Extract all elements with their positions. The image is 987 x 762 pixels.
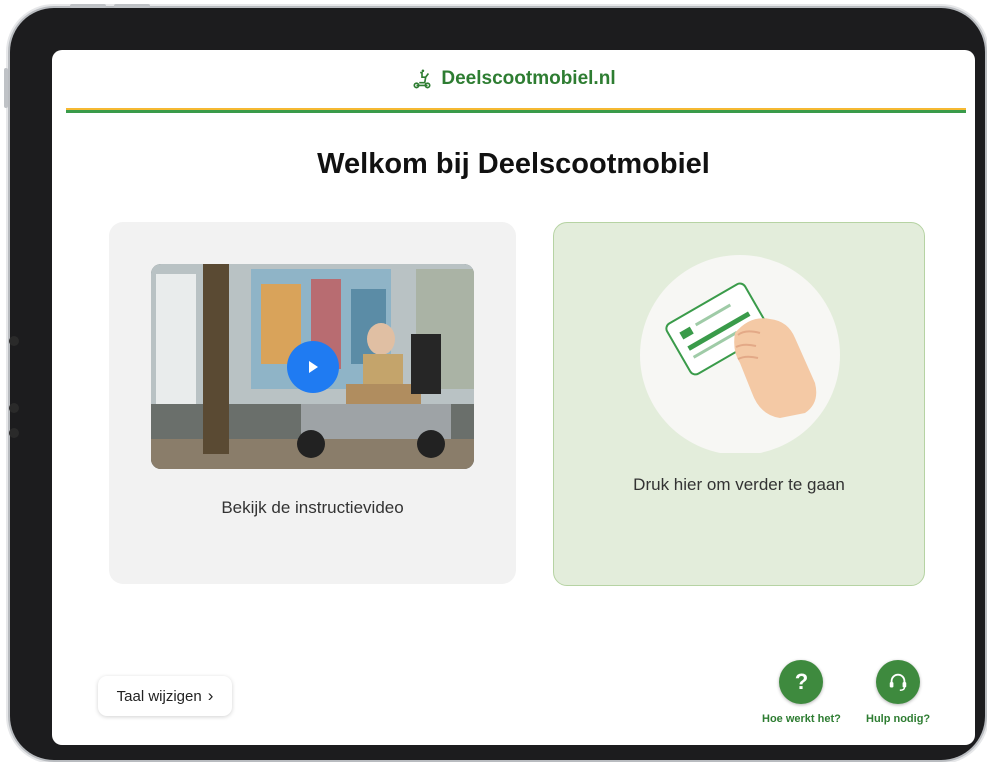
- question-icon[interactable]: ?: [779, 660, 824, 704]
- sensor-dot: [9, 336, 19, 346]
- header-divider: [66, 108, 966, 113]
- screen: Deelscootmobiel.nl Welkom bij Deelscootm…: [52, 50, 975, 745]
- continue-card[interactable]: Druk hier om verder te gaan: [553, 222, 925, 586]
- tablet-side-button: [4, 68, 8, 108]
- instruction-video-card[interactable]: Bekijk de instructievideo: [109, 222, 516, 584]
- video-thumbnail[interactable]: [151, 264, 474, 469]
- tablet-frame: Deelscootmobiel.nl Welkom bij Deelscootm…: [4, 4, 985, 760]
- need-help-label: Hulp nodig?: [866, 713, 931, 725]
- change-language-label: Taal wijzigen: [116, 687, 202, 705]
- sensor-dot: [9, 428, 19, 438]
- sensor-dot: [9, 403, 19, 413]
- scooter-icon: [413, 69, 431, 89]
- play-button[interactable]: [287, 341, 339, 393]
- headset-glyph: [889, 673, 907, 691]
- brand-name: Deelscootmobiel.nl: [441, 68, 616, 89]
- how-it-works-button[interactable]: ? Hoe werkt het?: [762, 660, 841, 725]
- card-in-hand-illustration: [640, 255, 840, 453]
- headset-icon[interactable]: [876, 660, 921, 704]
- tablet-top-button-2: [114, 4, 150, 8]
- play-icon: [309, 361, 318, 373]
- chevron-right-icon: ›: [207, 686, 214, 705]
- video-card-label: Bekijk de instructievideo: [221, 498, 404, 517]
- brand-logo: Deelscootmobiel.nl: [411, 68, 616, 90]
- tablet-top-button: [70, 4, 106, 8]
- app-header: Deelscootmobiel.nl: [52, 50, 975, 108]
- question-mark: ?: [794, 669, 809, 694]
- change-language-button[interactable]: Taal wijzigen ›: [98, 676, 232, 716]
- how-it-works-label: Hoe werkt het?: [762, 713, 841, 725]
- page-title: Welkom bij Deelscootmobiel: [317, 148, 710, 180]
- continue-card-label: Druk hier om verder te gaan: [633, 475, 845, 494]
- need-help-button[interactable]: Hulp nodig?: [866, 660, 930, 725]
